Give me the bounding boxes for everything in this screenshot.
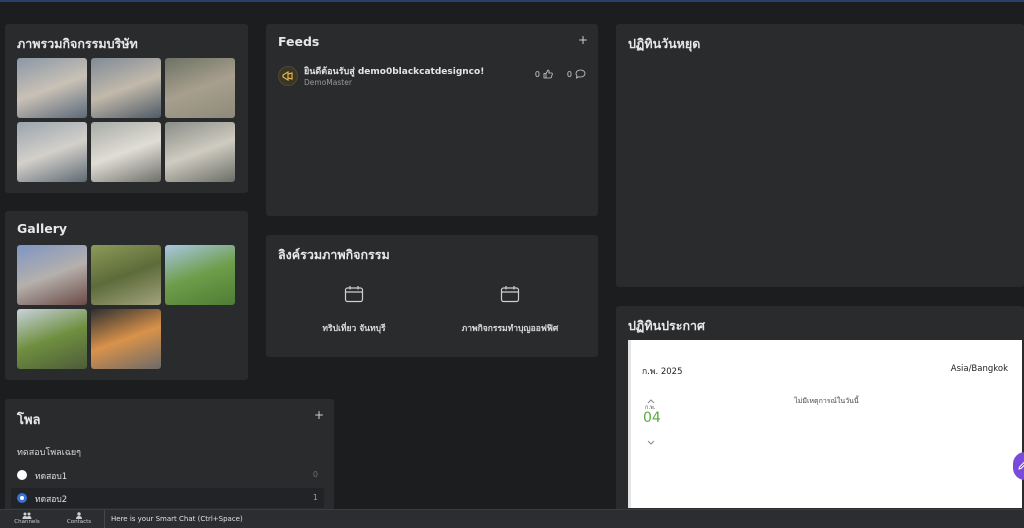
gallery-photo[interactable] [17,245,87,305]
gallery-photo[interactable] [17,309,87,369]
feed-item-author: DemoMaster [304,78,352,87]
activity-links-card: ลิงค์รวมภาพกิจกรรม ทริปเที่ยว จันทบุรี ภ… [266,235,598,357]
poll-option-label: ทดสอบ2 [35,495,68,505]
comment-button[interactable]: 0 [567,69,586,79]
activity-link-label: ทริปเที่ยว จันทบุรี [322,324,386,334]
poll-option[interactable]: ทดสอบ1 0 [11,465,324,485]
comment-icon [575,69,586,79]
channels-button[interactable]: Channels [2,512,52,525]
feeds-title: Feeds [278,34,320,49]
activity-link-chanthaburi[interactable]: ทริปเที่ยว จันทบุรี [274,285,434,335]
megaphone-icon [278,66,298,86]
add-feed-button[interactable]: + [578,33,588,47]
activity-photo[interactable] [165,58,235,118]
channels-label: Channels [14,519,40,525]
gallery-photo[interactable] [165,245,235,305]
feed-item-text: ยินดีต้อนรับสู่ demo0blackcatdesignco! [304,67,485,77]
radio-button-selected[interactable] [17,493,27,503]
calendar-icon [344,286,364,303]
activity-photo[interactable] [91,122,161,182]
top-accent-line [0,0,1024,2]
contacts-label: Contacts [66,519,92,525]
edit-icon [1018,461,1024,470]
announcement-calendar-panel: ก.พ. 2025 Asia/Bangkok ก.พ. 04 ไม่มีเหตุ… [628,340,1022,508]
activity-link-label: ภาพกิจกรรมทำบุญออฟฟิศ [461,324,559,334]
holiday-calendar-card: ปฏิทินวันหยุด [616,24,1024,287]
calendar-month-label: ก.พ. 2025 [642,367,683,377]
poll-card: โพล + ทดสอบโพลเฉยๆ ทดสอบ1 0 ทดสอบ2 1 [5,399,334,516]
activity-links-title: ลิงค์รวมภาพกิจกรรม [278,247,390,262]
calendar-timezone: Asia/Bangkok [950,364,1008,374]
activity-photo[interactable] [17,58,87,118]
poll-option-label: ทดสอบ1 [35,472,68,482]
poll-question: ทดสอบโพลเฉยๆ [17,448,81,458]
calendar-empty-message: ไม่มีเหตุการณ์ในวันนี้ [794,397,859,405]
bottom-chat-bar: Channels Contacts Here is your Smart Cha… [0,509,1024,528]
person-icon [76,512,82,519]
activity-photo[interactable] [165,122,235,182]
people-icon [22,512,32,519]
poll-option-selected[interactable]: ทดสอบ2 1 [11,488,324,508]
chevron-down-icon[interactable] [646,432,656,445]
thumbs-up-icon [543,69,553,79]
add-poll-button[interactable]: + [314,408,324,422]
gallery-photo[interactable] [91,245,161,305]
company-activities-card: ภาพรวมกิจกรรมบริษัท [5,24,248,193]
feed-item[interactable]: ยินดีต้อนรับสู่ demo0blackcatdesignco! D… [278,64,586,94]
poll-title: โพล [17,413,41,428]
gallery-card: Gallery [5,211,248,380]
poll-option-count: 0 [312,470,318,479]
company-activities-title: ภาพรวมกิจกรรมบริษัท [17,36,138,51]
calendar-icon [500,286,520,303]
contacts-button[interactable]: Contacts [54,512,104,525]
feed-item-counts: 0 0 [535,69,586,79]
comment-count: 0 [566,69,572,79]
gallery-photo[interactable] [91,309,161,369]
activity-link-office-merit[interactable]: ภาพกิจกรรมทำบุญออฟฟิศ [430,285,590,335]
gallery-title: Gallery [17,221,68,236]
announcement-calendar-title: ปฏิทินประกาศ [628,318,705,333]
activity-photo[interactable] [91,58,161,118]
poll-option-count: 1 [312,493,318,502]
radio-button[interactable] [17,470,27,480]
calendar-day-number: 04 [643,410,661,426]
feeds-card: Feeds + ยินดีต้อนรับสู่ demo0blackcatdes… [266,24,598,216]
like-button[interactable]: 0 [535,69,553,79]
smart-chat-input[interactable]: Here is your Smart Chat (Ctrl+Space) [104,510,243,528]
activity-photo[interactable] [17,122,87,182]
holiday-calendar-title: ปฏิทินวันหยุด [628,36,701,51]
like-count: 0 [534,69,540,79]
